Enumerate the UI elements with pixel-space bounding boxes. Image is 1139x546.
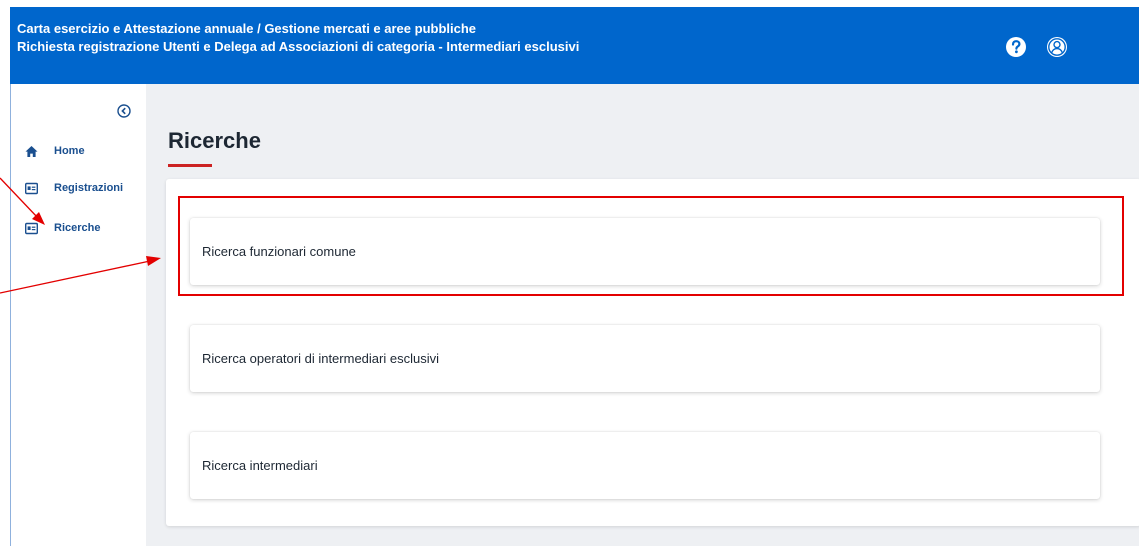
id-card-icon: [25, 182, 38, 195]
card-ricerca-funzionari-comune[interactable]: Ricerca funzionari comune: [190, 218, 1100, 285]
sidebar: Home Registrazioni Ricerche: [11, 84, 146, 546]
header-title-line2: Richiesta registrazione Utenti e Delega …: [17, 39, 580, 54]
user-icon[interactable]: [1046, 36, 1068, 58]
card-label: Ricerca intermediari: [202, 458, 318, 473]
help-icon[interactable]: [1005, 36, 1027, 58]
main-content: Ricerche Ricerca funzionari comune Ricer…: [146, 84, 1139, 546]
app-header: Carta esercizio e Attestazione annuale /…: [10, 7, 1139, 84]
sidebar-item-label: Home: [54, 145, 85, 157]
page-title: Ricerche: [168, 128, 261, 153]
sidebar-item-home[interactable]: Home: [25, 142, 85, 160]
home-icon: [25, 145, 38, 158]
search-panel: Ricerca funzionari comune Ricerca operat…: [166, 179, 1139, 526]
page: Carta esercizio e Attestazione annuale /…: [0, 0, 1139, 546]
header-title-line1: Carta esercizio e Attestazione annuale /…: [17, 21, 477, 36]
card-label: Ricerca funzionari comune: [202, 244, 356, 259]
card-ricerca-operatori-intermediari[interactable]: Ricerca operatori di intermediari esclus…: [190, 325, 1100, 392]
sidebar-item-label: Registrazioni: [54, 182, 124, 194]
id-card-icon: [25, 222, 38, 235]
sidebar-item-label: Ricerche: [54, 222, 101, 234]
card-label: Ricerca operatori di intermediari esclus…: [202, 351, 439, 366]
collapse-icon[interactable]: [117, 104, 131, 118]
card-ricerca-intermediari[interactable]: Ricerca intermediari: [190, 432, 1100, 499]
sidebar-item-ricerche[interactable]: Ricerche: [25, 219, 100, 237]
sidebar-item-registrazioni[interactable]: Registrazioni: [25, 179, 123, 197]
title-underline: [168, 164, 212, 167]
